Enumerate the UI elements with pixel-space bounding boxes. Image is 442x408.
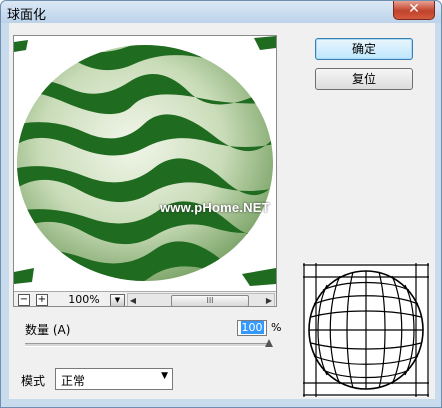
preview-image bbox=[14, 36, 276, 290]
zoom-in-button[interactable]: + bbox=[36, 294, 48, 306]
zoom-dropdown[interactable]: ▼ bbox=[110, 294, 125, 306]
preview-toolbar: − + 100% ▼ ◀ III ▶ bbox=[14, 291, 276, 306]
mode-label: 模式 bbox=[21, 374, 46, 388]
filter-dialog: 球面化 ✕ www.pHome.NET − + 100% ▼ ◀ III ▶ 确… bbox=[0, 0, 442, 408]
reset-button[interactable]: 复位 bbox=[315, 68, 413, 90]
watermark-text: www.pHome.NET bbox=[160, 200, 270, 215]
scroll-right-arrow-icon[interactable]: ▶ bbox=[264, 294, 274, 306]
dialog-client: www.pHome.NET − + 100% ▼ ◀ III ▶ 确定 复位 数… bbox=[9, 23, 435, 399]
close-button[interactable]: ✕ bbox=[393, 1, 435, 20]
mode-value: 正常 bbox=[61, 374, 86, 388]
horizontal-scrollbar[interactable]: ◀ III ▶ bbox=[127, 293, 275, 306]
preview-pane[interactable]: www.pHome.NET − + 100% ▼ ◀ III ▶ bbox=[13, 35, 277, 307]
chevron-down-icon: ▼ bbox=[161, 371, 168, 381]
ok-button[interactable]: 确定 bbox=[315, 38, 413, 60]
dialog-title: 球面化 bbox=[7, 8, 47, 23]
amount-label: 数量 (A) bbox=[25, 323, 71, 337]
sphere-grid-preview bbox=[303, 263, 429, 397]
amount-value: 100 bbox=[240, 321, 264, 334]
amount-unit: % bbox=[271, 321, 282, 334]
mode-select[interactable]: 正常 ▼ bbox=[55, 368, 173, 390]
amount-slider-thumb[interactable] bbox=[265, 339, 273, 347]
zoom-out-button[interactable]: − bbox=[18, 294, 30, 306]
amount-input[interactable]: 100 bbox=[237, 320, 267, 336]
zoom-level: 100% bbox=[68, 293, 100, 306]
scroll-left-arrow-icon[interactable]: ◀ bbox=[128, 294, 138, 306]
amount-slider-track[interactable] bbox=[25, 343, 269, 347]
title-bar: 球面化 ✕ bbox=[1, 1, 441, 23]
scroll-thumb[interactable]: III bbox=[171, 295, 249, 306]
